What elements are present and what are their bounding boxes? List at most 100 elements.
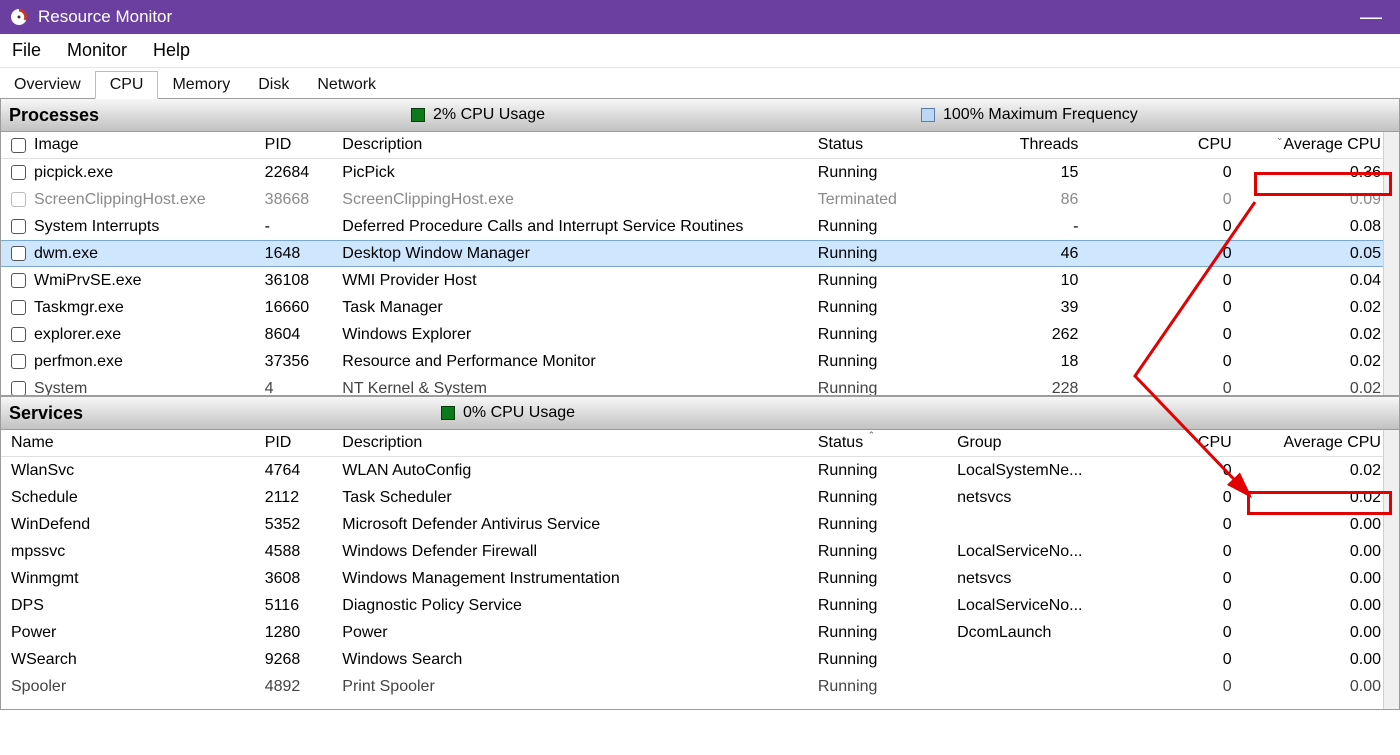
svc-avg: 0.00 [1244,570,1389,588]
process-row[interactable]: WmiPrvSE.exe36108WMI Provider HostRunnin… [1,267,1399,294]
svc-col-pid[interactable]: PID [265,434,343,452]
processes-header[interactable]: Processes 2% CPU Usage 100% Maximum Freq… [0,98,1400,132]
proc-image: System [34,380,87,397]
proc-image: perfmon.exe [34,353,123,371]
proc-threads: 228 [957,380,1096,397]
proc-desc: PicPick [342,164,818,182]
processes-pane: Image PID Description Status Threads CPU… [0,132,1400,396]
row-checkbox[interactable] [11,300,26,315]
row-checkbox[interactable] [11,381,26,396]
tab-overview[interactable]: Overview [0,72,95,98]
process-row[interactable]: System Interrupts-Deferred Procedure Cal… [1,213,1399,240]
row-checkbox[interactable] [11,219,26,234]
col-threads[interactable]: Threads [957,136,1096,154]
process-row[interactable]: System4NT Kernel & SystemRunning22800.02 [1,375,1399,396]
svc-avg: 0.00 [1244,597,1389,615]
process-row[interactable]: Taskmgr.exe16660Task ManagerRunning3900.… [1,294,1399,321]
col-cpu[interactable]: CPU [1096,136,1243,154]
svc-avg: 0.00 [1244,543,1389,561]
proc-pid: 16660 [265,299,343,317]
tab-disk[interactable]: Disk [244,72,303,98]
svc-pid: 4892 [265,678,343,696]
process-row[interactable]: ScreenClippingHost.exe38668ScreenClippin… [1,186,1399,213]
col-pid[interactable]: PID [265,136,343,154]
proc-image: dwm.exe [34,245,98,263]
svc-col-group[interactable]: Group [957,434,1104,452]
proc-pid: 22684 [265,164,343,182]
processes-scrollbar[interactable] [1383,132,1399,395]
col-avg-cpu[interactable]: ⌄Average CPU [1244,136,1389,154]
proc-image: ScreenClippingHost.exe [34,191,206,209]
col-description[interactable]: Description [342,136,818,154]
svc-group: netsvcs [957,570,1104,588]
svc-pid: 2112 [265,489,343,507]
row-checkbox[interactable] [11,327,26,342]
row-checkbox[interactable] [11,246,26,261]
select-all-checkbox[interactable] [11,138,26,153]
col-status[interactable]: Status [818,136,957,154]
proc-cpu: 0 [1096,353,1243,371]
process-row[interactable]: picpick.exe22684PicPickRunning1500.36 [1,159,1399,186]
minimize-button[interactable]: — [1352,4,1390,30]
process-row[interactable]: dwm.exe1648Desktop Window ManagerRunning… [1,240,1399,267]
service-row[interactable]: WinDefend5352Microsoft Defender Antiviru… [1,511,1399,538]
proc-threads: - [957,218,1096,236]
svc-col-status[interactable]: Status ⌃ [818,434,957,452]
service-row[interactable]: mpssvc4588Windows Defender FirewallRunni… [1,538,1399,565]
service-row[interactable]: WSearch9268Windows SearchRunning00.00 [1,646,1399,673]
menu-file[interactable]: File [8,38,45,63]
process-row[interactable]: perfmon.exe37356Resource and Performance… [1,348,1399,375]
svc-name: mpssvc [11,543,265,561]
title-bar: Resource Monitor — [0,0,1400,34]
svc-cpu: 0 [1104,597,1243,615]
menu-help[interactable]: Help [149,38,194,63]
proc-desc: Task Manager [342,299,818,317]
svc-pid: 1280 [265,624,343,642]
app-icon [10,8,28,26]
tab-memory[interactable]: Memory [158,72,244,98]
tab-network[interactable]: Network [303,72,390,98]
row-checkbox[interactable] [11,273,26,288]
service-row[interactable]: Schedule2112Task SchedulerRunningnetsvcs… [1,484,1399,511]
service-row[interactable]: Spooler4892Print SpoolerRunning00.00 [1,673,1399,700]
col-image-label[interactable]: Image [34,136,78,154]
svc-col-cpu[interactable]: CPU [1104,434,1243,452]
cpu-usage-chip: 2% CPU Usage [411,106,921,124]
svc-desc: Windows Management Instrumentation [342,570,818,588]
col-image: Image [11,136,265,154]
proc-image: Taskmgr.exe [34,299,124,317]
svc-cpu: 0 [1104,489,1243,507]
svc-cpu: 0 [1104,570,1243,588]
row-checkbox[interactable] [11,165,26,180]
proc-threads: 46 [957,245,1096,263]
svc-col-name[interactable]: Name [11,434,265,452]
svc-group: LocalSystemNe... [957,462,1104,480]
proc-image: picpick.exe [34,164,113,182]
proc-cpu: 0 [1096,299,1243,317]
proc-avg-cpu: 0.36 [1244,164,1389,182]
proc-desc: Desktop Window Manager [342,245,818,263]
services-scrollbar[interactable] [1383,430,1399,709]
svc-status: Running [818,624,957,642]
svc-avg: 0.02 [1244,462,1389,480]
proc-status: Running [818,164,957,182]
row-checkbox[interactable] [11,192,26,207]
service-row[interactable]: DPS5116Diagnostic Policy ServiceRunningL… [1,592,1399,619]
service-row[interactable]: WlanSvc4764WLAN AutoConfigRunningLocalSy… [1,457,1399,484]
service-row[interactable]: Power1280PowerRunningDcomLaunch00.00 [1,619,1399,646]
process-row[interactable]: explorer.exe8604Windows ExplorerRunning2… [1,321,1399,348]
menu-monitor[interactable]: Monitor [63,38,131,63]
services-pane: Name PID Description Status ⌃ Group CPU … [0,430,1400,710]
sort-indicator-icon: ⌄ [1276,132,1284,142]
svc-col-description[interactable]: Description [342,434,818,452]
proc-status: Running [818,353,957,371]
proc-cpu: 0 [1096,380,1243,397]
service-row[interactable]: Winmgmt3608Windows Management Instrument… [1,565,1399,592]
tab-cpu[interactable]: CPU [95,71,159,99]
proc-cpu: 0 [1096,164,1243,182]
services-header[interactable]: Services 0% CPU Usage [0,396,1400,430]
svc-col-avg-cpu[interactable]: Average CPU [1244,434,1389,452]
row-checkbox[interactable] [11,354,26,369]
proc-status: Running [818,272,957,290]
svc-name: Spooler [11,678,265,696]
